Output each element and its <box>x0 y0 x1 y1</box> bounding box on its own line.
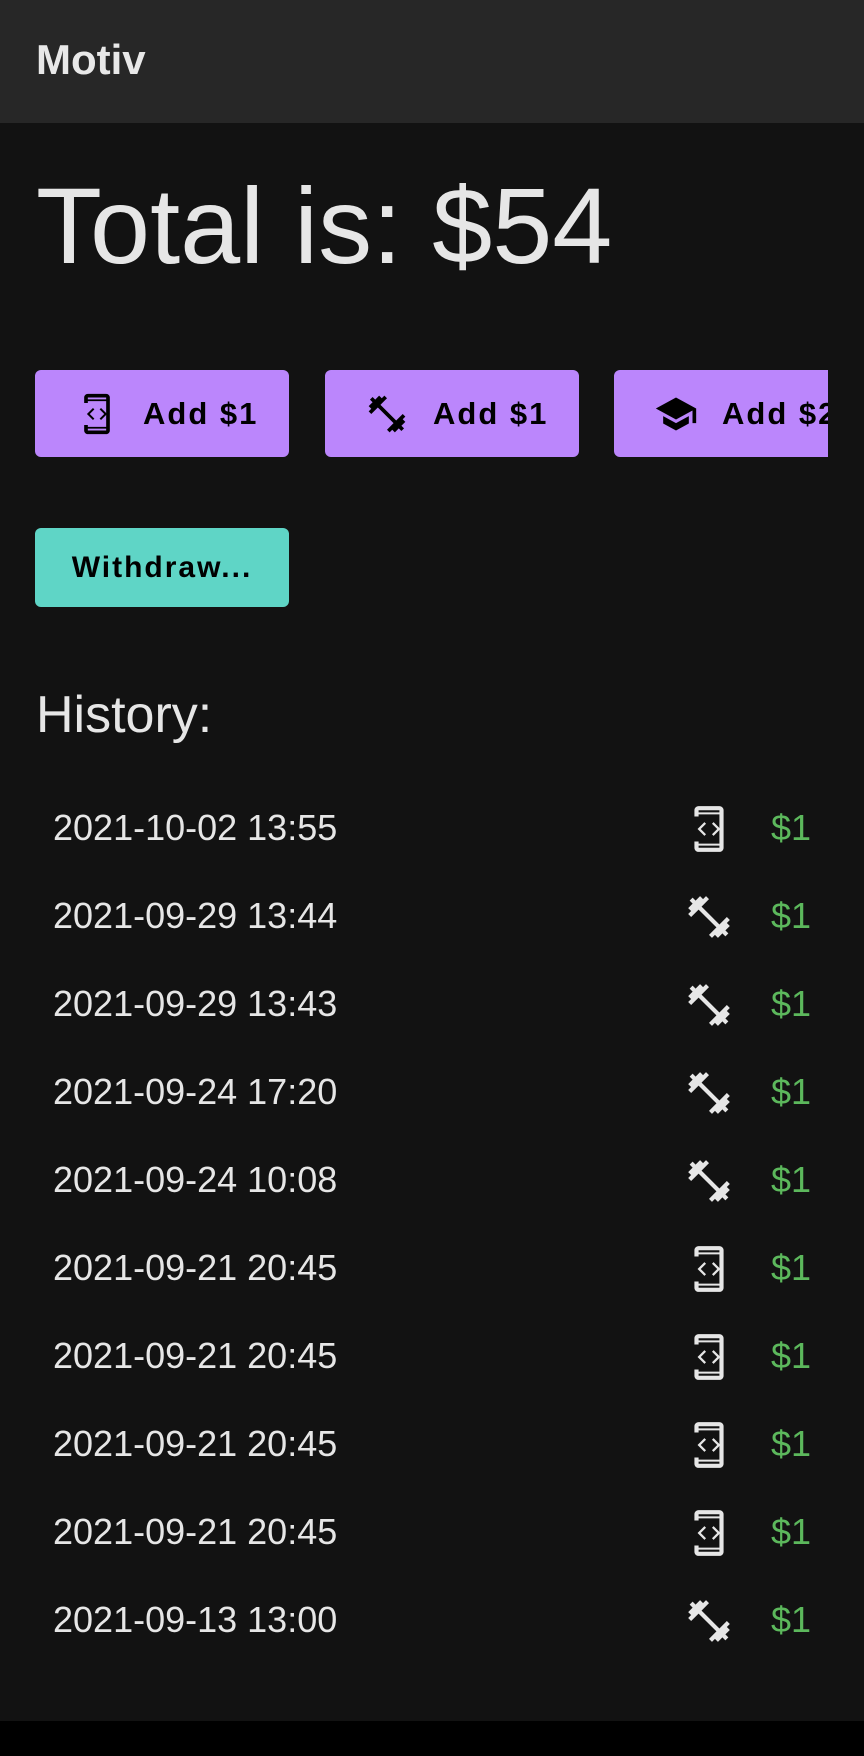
history-amount: $1 <box>771 807 812 848</box>
history-row: 2021-09-21 20:45 $1 <box>0 1313 864 1401</box>
code-icon <box>684 1331 734 1383</box>
code-icon <box>684 1419 734 1471</box>
history-amount: $1 <box>771 1423 812 1464</box>
history-row: 2021-09-13 13:00 $1 <box>0 1577 864 1665</box>
add-workout-label: Add $1 <box>433 395 549 431</box>
add-buttons-row: Add $1 Add $1 Add $2 <box>35 370 828 457</box>
history-date: 2021-09-21 20:45 <box>53 1247 338 1288</box>
history-row: 2021-09-24 17:20 $1 <box>0 1049 864 1137</box>
history-row: 2021-10-02 13:55 $1 <box>0 785 864 873</box>
history-row: 2021-09-24 10:08 $1 <box>0 1137 864 1225</box>
dumbbell-icon <box>684 1155 734 1207</box>
app-bar: Motiv <box>0 0 864 123</box>
history-date: 2021-09-24 10:08 <box>53 1159 338 1200</box>
withdraw-button[interactable]: Withdraw... <box>35 528 289 607</box>
add-code-button[interactable]: Add $1 <box>35 370 289 457</box>
history-row: 2021-09-21 20:45 $1 <box>0 1401 864 1489</box>
history-row: 2021-09-29 13:44 $1 <box>0 873 864 961</box>
history-date: 2021-10-02 13:55 <box>53 807 338 848</box>
history-amount: $1 <box>771 1247 812 1288</box>
history-date: 2021-09-13 13:00 <box>53 1599 338 1640</box>
history-amount: $1 <box>771 1599 812 1640</box>
history-title: History: <box>36 686 213 744</box>
history-date: 2021-09-21 20:45 <box>53 1335 338 1376</box>
code-icon <box>75 390 119 438</box>
dumbbell-icon <box>365 390 409 438</box>
dumbbell-icon <box>684 1067 734 1119</box>
add-study-button[interactable]: Add $2 <box>614 370 828 457</box>
app-screen: Motiv Total is: $54 Add $1 Add $1 Add $2… <box>0 0 864 1721</box>
history-list: 2021-10-02 13:55 $1 2021-09-29 13:44 $1 2021… <box>0 785 864 1665</box>
history-date: 2021-09-24 17:20 <box>53 1071 338 1112</box>
dumbbell-icon <box>684 1595 734 1647</box>
history-row: 2021-09-21 20:45 $1 <box>0 1489 864 1577</box>
history-date: 2021-09-29 13:43 <box>53 983 338 1024</box>
history-amount: $1 <box>771 895 812 936</box>
history-row: 2021-09-29 13:43 $1 <box>0 961 864 1049</box>
history-row: 2021-09-21 20:45 $1 <box>0 1225 864 1313</box>
history-amount: $1 <box>771 1159 812 1200</box>
code-icon <box>684 1243 734 1295</box>
history-amount: $1 <box>771 1511 812 1552</box>
add-workout-button[interactable]: Add $1 <box>325 370 579 457</box>
history-date: 2021-09-29 13:44 <box>53 895 338 936</box>
code-icon <box>684 803 734 855</box>
history-amount: $1 <box>771 1335 812 1376</box>
dumbbell-icon <box>684 891 734 943</box>
app-title: Motiv <box>36 36 146 83</box>
history-amount: $1 <box>771 983 812 1024</box>
history-amount: $1 <box>771 1071 812 1112</box>
graduation-cap-icon <box>654 390 698 438</box>
dumbbell-icon <box>684 979 734 1031</box>
add-study-label: Add $2 <box>722 395 828 431</box>
add-code-label: Add $1 <box>143 395 259 431</box>
total-label: Total is: $54 <box>36 165 613 286</box>
history-date: 2021-09-21 20:45 <box>53 1423 338 1464</box>
history-date: 2021-09-21 20:45 <box>53 1511 338 1552</box>
code-icon <box>684 1507 734 1559</box>
